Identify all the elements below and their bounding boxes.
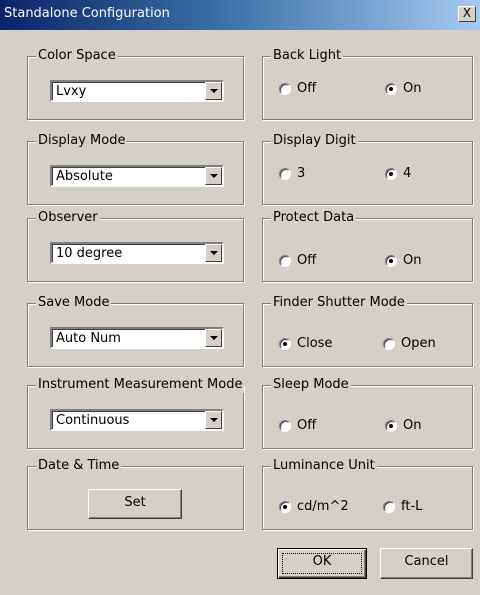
dropdown-button[interactable] xyxy=(205,411,222,429)
chevron-down-icon xyxy=(210,251,218,255)
protect-data-group: Protect Data Off On xyxy=(262,210,473,282)
group-label: Instrument Measurement Mode xyxy=(36,377,245,393)
select-value: Continuous xyxy=(56,413,130,428)
observer-group: Observer 10 degree xyxy=(27,210,244,282)
radio-icon xyxy=(279,83,291,95)
radio-icon xyxy=(279,501,291,513)
chevron-down-icon xyxy=(210,174,218,178)
radio-label: ft-L xyxy=(401,499,423,514)
select-value: Lvxy xyxy=(56,84,87,99)
observer-select[interactable]: 10 degree xyxy=(50,242,224,264)
color-space-group: Color Space Lvxy xyxy=(27,48,244,120)
dropdown-button[interactable] xyxy=(205,244,222,262)
button-label: Set xyxy=(124,495,146,510)
save-mode-group: Save Mode Auto Num xyxy=(27,295,244,367)
radio-label: Open xyxy=(401,336,436,351)
sleep-mode-group: Sleep Mode Off On xyxy=(262,377,473,449)
display-mode-select[interactable]: Absolute xyxy=(50,165,224,187)
group-label: Sleep Mode xyxy=(271,377,351,393)
set-date-time-button[interactable]: Set xyxy=(88,489,182,519)
group-label: Finder Shutter Mode xyxy=(271,295,407,311)
group-label: Observer xyxy=(36,210,100,226)
instrument-measurement-mode-group: Instrument Measurement Mode Continuous xyxy=(27,377,245,449)
radio-icon xyxy=(383,338,395,350)
radio-label: On xyxy=(403,253,422,268)
radio-icon xyxy=(279,338,291,350)
dialog-title: Standalone Configuration xyxy=(4,6,170,21)
radio-icon xyxy=(279,420,291,432)
radio-selected-dot-icon xyxy=(389,424,393,428)
group-label: Save Mode xyxy=(36,295,112,311)
button-label: OK xyxy=(312,554,332,569)
group-label: Date & Time xyxy=(36,458,122,474)
chevron-down-icon xyxy=(210,336,218,340)
select-value: Absolute xyxy=(56,169,113,184)
select-value: Auto Num xyxy=(56,331,121,346)
luminance-unit-group: Luminance Unit cd/m^2 ft-L xyxy=(262,458,473,530)
radio-icon xyxy=(385,255,397,267)
radio-selected-dot-icon xyxy=(283,342,287,346)
radio-label: 3 xyxy=(297,166,306,181)
radio-icon xyxy=(279,255,291,267)
group-label: Display Digit xyxy=(271,133,358,149)
select-value: 10 degree xyxy=(56,246,123,261)
group-label: Back Light xyxy=(271,48,344,64)
chevron-down-icon xyxy=(210,418,218,422)
color-space-select[interactable]: Lvxy xyxy=(50,80,224,102)
dropdown-button[interactable] xyxy=(205,167,222,185)
radio-icon xyxy=(385,83,397,95)
close-icon: X xyxy=(462,6,472,20)
ok-button[interactable]: OK xyxy=(277,548,367,579)
radio-selected-dot-icon xyxy=(389,87,393,91)
button-label: Cancel xyxy=(404,554,449,569)
radio-label: Off xyxy=(297,253,317,268)
chevron-down-icon xyxy=(210,89,218,93)
cancel-button[interactable]: Cancel xyxy=(380,548,473,579)
radio-selected-dot-icon xyxy=(283,505,287,509)
radio-label: On xyxy=(403,418,422,433)
group-label: Luminance Unit xyxy=(271,458,377,474)
instrument-measurement-mode-select[interactable]: Continuous xyxy=(50,409,224,431)
radio-icon xyxy=(385,168,397,180)
radio-selected-dot-icon xyxy=(389,259,393,263)
radio-label: 4 xyxy=(403,166,412,181)
radio-label: On xyxy=(403,81,422,96)
display-digit-group: Display Digit 3 4 xyxy=(262,133,473,205)
group-label: Color Space xyxy=(36,48,118,64)
radio-label: Close xyxy=(297,336,333,351)
radio-icon xyxy=(279,168,291,180)
radio-selected-dot-icon xyxy=(389,172,393,176)
date-time-group: Date & Time Set xyxy=(27,458,244,530)
radio-icon xyxy=(383,501,395,513)
dropdown-button[interactable] xyxy=(205,329,222,347)
close-button[interactable]: X xyxy=(458,6,476,22)
radio-label: Off xyxy=(297,81,317,96)
radio-label: cd/m^2 xyxy=(297,499,349,514)
display-mode-group: Display Mode Absolute xyxy=(27,133,244,205)
group-label: Protect Data xyxy=(271,210,357,226)
radio-icon xyxy=(385,420,397,432)
save-mode-select[interactable]: Auto Num xyxy=(50,327,224,349)
title-bar[interactable]: Standalone Configuration X xyxy=(0,0,480,30)
group-label: Display Mode xyxy=(36,133,128,149)
radio-label: Off xyxy=(297,418,317,433)
standalone-configuration-dialog: Standalone Configuration X Color Space L… xyxy=(0,0,480,595)
dropdown-button[interactable] xyxy=(205,82,222,100)
finder-shutter-mode-group: Finder Shutter Mode Close Open xyxy=(262,295,473,367)
back-light-group: Back Light Off On xyxy=(262,48,473,120)
